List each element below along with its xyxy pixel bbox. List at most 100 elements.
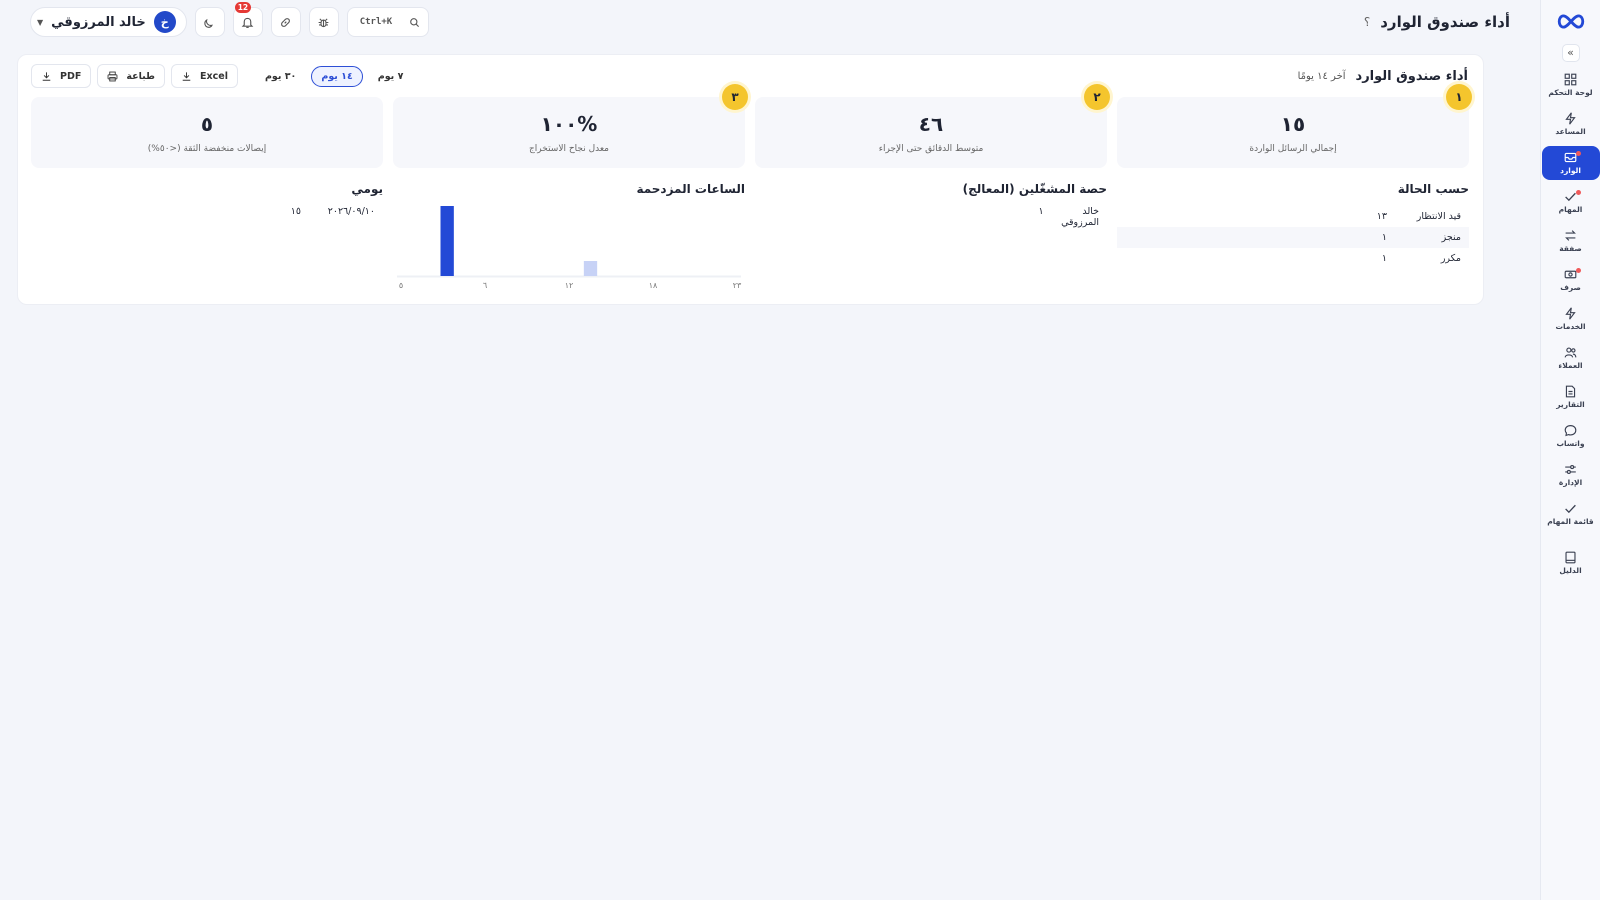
print-label: طباعة: [126, 70, 155, 82]
printer-icon: [107, 71, 118, 81]
daily-date: ٢٠٢٦/٠٩/١٠: [327, 206, 375, 217]
tour-step-badge[interactable]: ٣: [722, 84, 748, 110]
kpi-row: ١ ١٥ إجمالي الرسائل الواردة ٢ ٤٦ متوسط ا…: [18, 84, 1483, 168]
chart-bar-hour-3[interactable]: [440, 206, 454, 276]
inbox-performance-card: أداء صندوق الوارد آخر ١٤ يومًا ٧ يوم ١٤ …: [17, 54, 1484, 305]
export-pdf-button[interactable]: PDF: [31, 64, 92, 88]
collapse-sidebar-button[interactable]: »: [1561, 44, 1580, 62]
tour-step-badge[interactable]: ١: [1446, 84, 1472, 110]
sidebar-item-label: لوحة التحكم: [1548, 88, 1593, 97]
sidebar-item-label: التقارير: [1556, 400, 1585, 409]
kpi-extraction-rate: ٣ ١٠٠% معدل نجاح الاستخراج: [393, 84, 748, 168]
pdf-label: PDF: [60, 70, 82, 82]
card-title-wrap: أداء صندوق الوارد آخر ١٤ يومًا: [1298, 69, 1468, 84]
kpi-avg-minutes: ٢ ٤٦ متوسط الدقائق حتى الإجراء: [755, 84, 1110, 168]
sidebar-item-whatsapp[interactable]: واتساب: [1542, 419, 1600, 453]
kpi-label: معدل نجاح الاستخراج: [529, 143, 609, 154]
notification-dot: [1575, 190, 1581, 195]
bug-report-button[interactable]: [308, 7, 339, 37]
status-panel: حسب الحالة قيد الانتظار ١٣ منجز ١ مكرر ١: [1117, 182, 1469, 292]
notification-dot: [1575, 151, 1581, 156]
search-icon: [409, 17, 419, 27]
table-row: مكرر ١: [1117, 248, 1469, 269]
sidebar-item-label: واتساب: [1556, 439, 1585, 448]
bell-icon: [241, 17, 254, 28]
table-row: منجز ١: [1117, 227, 1469, 248]
topbar: أداء صندوق الوارد ؟ ▼ خالد المرزوقي خ 12…: [0, 0, 1540, 44]
excel-label: Excel: [200, 70, 228, 82]
sidebar-item-services[interactable]: الخدمات: [1542, 302, 1600, 336]
sidebar-item-exchange[interactable]: صرف: [1542, 263, 1600, 297]
sidebar-item-reports[interactable]: التقارير: [1542, 380, 1600, 414]
peak-hours-chart: ٢٣ ١٨ ١٢ ٦ ٥: [397, 206, 742, 290]
breakdown-panels: حسب الحالة قيد الانتظار ١٣ منجز ١ مكرر ١…: [18, 168, 1483, 292]
table-row: خالد المرزوقي ١: [755, 206, 1107, 228]
sidebar-item-task-list[interactable]: قائمة المهام: [1542, 497, 1600, 531]
panel-title: يومي: [351, 182, 383, 196]
operator-name: خالد المرزوقي: [1061, 206, 1099, 228]
bug-icon: [318, 17, 329, 27]
chart-tick-label: ١٢: [565, 281, 574, 290]
status-count: ١٣: [1376, 211, 1387, 222]
status-count: ١: [1381, 232, 1387, 243]
export-excel-button[interactable]: Excel: [171, 64, 238, 88]
sidebar-item-label: قائمة المهام: [1547, 517, 1594, 526]
theme-toggle-button[interactable]: [194, 7, 225, 37]
sidebar-item-label: المهام: [1558, 205, 1583, 214]
sidebar-item-dashboard[interactable]: لوحة التحكم: [1542, 68, 1600, 102]
sidebar-item-label: الوارد: [1560, 166, 1581, 175]
kpi-label: إيصالات منخفضة الثقة (<٥٠%): [147, 143, 267, 154]
notifications-button[interactable]: 12: [232, 2, 263, 37]
sidebar-item-label: الخدمات: [1555, 322, 1586, 331]
kpi-value: ١٠٠%: [540, 111, 598, 136]
sidebar-item-admin[interactable]: الإدارة: [1542, 458, 1600, 492]
range-30-days[interactable]: ٣٠ يوم: [256, 67, 305, 86]
status-count: ١: [1381, 253, 1387, 264]
avatar: خ: [153, 11, 176, 33]
daily-count: ١٥: [290, 206, 301, 217]
search-shortcut: Ctrl+K: [359, 17, 393, 27]
sidebar-item-label: الدليل: [1559, 566, 1582, 575]
user-menu-button[interactable]: ▼ خالد المرزوقي خ: [30, 7, 187, 37]
card-controls: ٧ يوم ١٤ يوم ٣٠ يوم Excel طباعة PDF: [31, 64, 412, 88]
sidebar-item-deal[interactable]: صفقة: [1542, 224, 1600, 258]
sidebar-item-guide[interactable]: الدليل: [1542, 546, 1600, 580]
help-icon[interactable]: ؟: [1364, 15, 1370, 29]
kpi-total-messages: ١ ١٥ إجمالي الرسائل الواردة: [1117, 84, 1472, 168]
swap-icon: [1565, 230, 1576, 241]
top-actions: ▼ خالد المرزوقي خ 12 Ctrl+K: [30, 2, 429, 37]
chat-icon: [1564, 425, 1577, 437]
card-header: أداء صندوق الوارد آخر ١٤ يومًا ٧ يوم ١٤ …: [18, 55, 1483, 97]
print-button[interactable]: طباعة: [97, 64, 165, 88]
page-head: أداء صندوق الوارد ؟: [1364, 13, 1510, 31]
search-button[interactable]: Ctrl+K: [346, 7, 429, 37]
chevron-down-icon: ▼: [37, 17, 44, 27]
check-icon: [1565, 504, 1576, 514]
tour-step-badge[interactable]: ٢: [1084, 84, 1110, 110]
chart-bar-hour-13[interactable]: [583, 261, 598, 276]
link-button[interactable]: [270, 7, 301, 37]
operators-panel: حصة المشغّلين (المعالج) خالد المرزوقي ١: [755, 182, 1107, 292]
sidebar-item-label: المساعد: [1555, 127, 1586, 136]
report-icon: [1565, 385, 1576, 398]
moon-icon: [204, 18, 214, 28]
kpi-value: ٥: [200, 111, 214, 136]
sidebar-item-customers[interactable]: العملاء: [1542, 341, 1600, 375]
brand-logo-icon[interactable]: [1554, 10, 1588, 32]
table-row: قيد الانتظار ١٣: [1117, 206, 1469, 227]
user-name: خالد المرزوقي: [51, 14, 146, 30]
daily-panel: يومي ٢٠٢٦/٠٩/١٠ ١٥: [31, 182, 383, 292]
sidebar-item-tasks[interactable]: المهام: [1542, 185, 1600, 219]
notification-badge: 12: [234, 2, 252, 13]
status-name: مكرر: [1440, 253, 1461, 264]
peak-hours-panel: الساعات المزدحمة ٢٣ ١٨ ١٢ ٦ ٥: [393, 182, 745, 292]
dashboard-icon: [1564, 73, 1577, 86]
range-14-days[interactable]: ١٤ يوم: [311, 65, 363, 87]
kpi-value: ٤٦: [918, 111, 944, 136]
range-7-days[interactable]: ٧ يوم: [369, 67, 413, 86]
sidebar-item-inbox[interactable]: الوارد: [1541, 146, 1600, 180]
sidebar-item-assistant[interactable]: المساعد: [1542, 107, 1600, 141]
sidebar-item-label: الإدارة: [1558, 478, 1583, 487]
lightning-icon: [1565, 112, 1576, 125]
panel-title: حصة المشغّلين (المعالج): [962, 182, 1107, 196]
